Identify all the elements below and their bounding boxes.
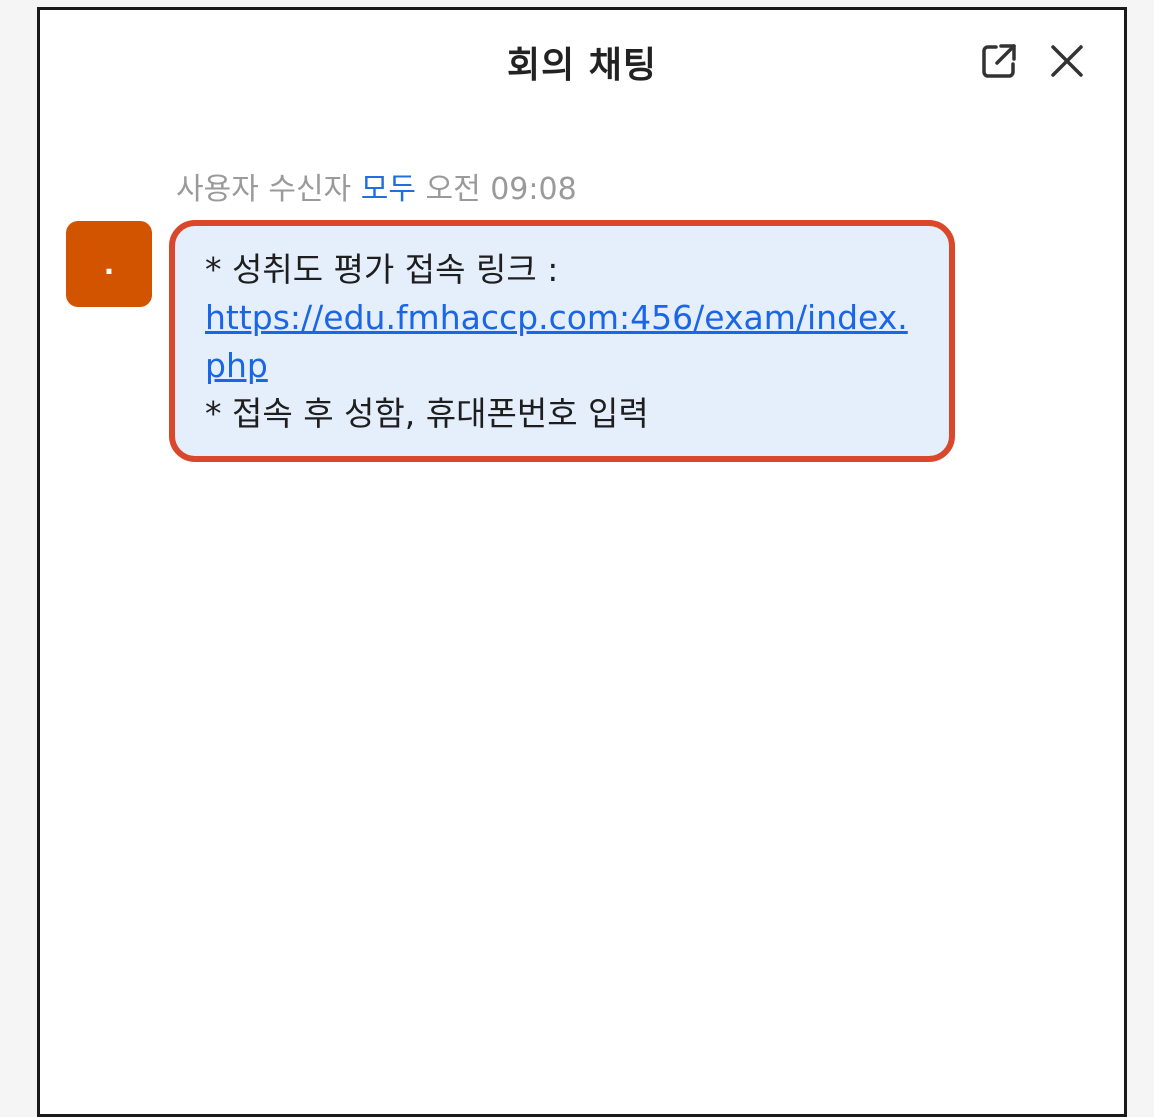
close-icon[interactable] (1046, 40, 1088, 82)
message-line-3: * 접속 후 성함, 휴대폰번호 입력 (205, 394, 649, 433)
message-line-1: * 성취도 평가 접속 링크 : (205, 250, 559, 289)
meeting-chat-window: 회의 채팅 사용자 수신자 모두 오전 09:08 . * 성취도 평가 접속 … (37, 7, 1127, 1117)
external-link-icon[interactable] (978, 40, 1020, 82)
exam-link[interactable]: https://edu.fmhaccp.com:456/exam/index.p… (205, 294, 925, 390)
avatar-text: . (103, 247, 115, 281)
recipient-link[interactable]: 모두 (361, 172, 416, 207)
chat-header: 회의 채팅 (40, 10, 1124, 106)
sender-name: 사용자 (176, 172, 259, 207)
avatar: . (66, 221, 152, 307)
message-time: 오전 09:08 (425, 172, 577, 207)
message-bubble: * 성취도 평가 접속 링크 : https://edu.fmhaccp.com… (169, 220, 955, 462)
message-meta: 사용자 수신자 모두 오전 09:08 (176, 164, 577, 208)
to-label: 수신자 (268, 172, 352, 207)
header-actions (978, 40, 1088, 82)
chat-title: 회의 채팅 (506, 45, 657, 86)
